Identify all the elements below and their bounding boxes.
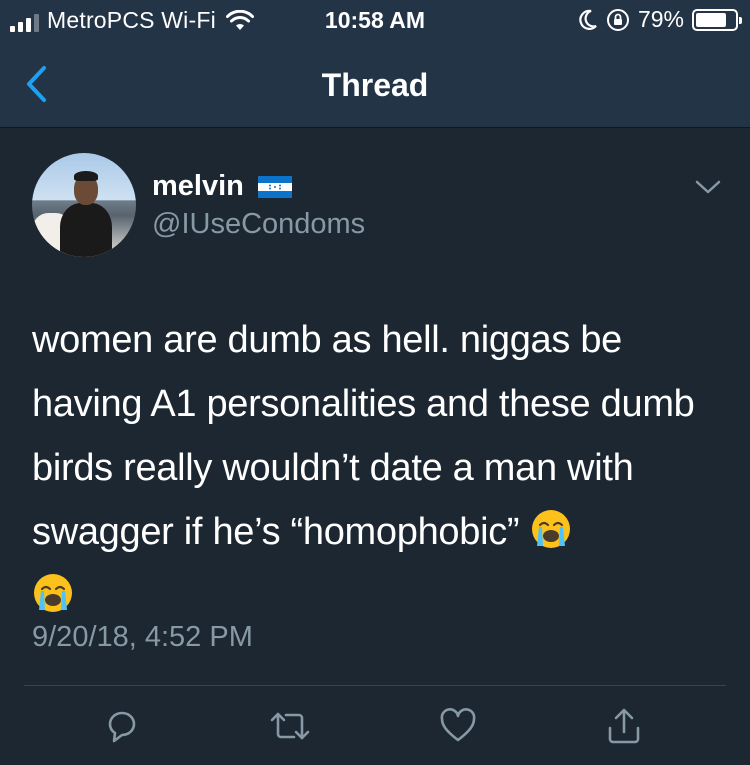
tweet-actions	[0, 702, 750, 758]
share-button[interactable]	[600, 702, 648, 750]
moon-icon	[579, 9, 597, 30]
tweet-text: women are dumb as hell. niggas be having…	[32, 308, 722, 628]
navigation-bar: Thread	[0, 40, 750, 128]
tweet-text-body: women are dumb as hell. niggas be having…	[32, 319, 695, 553]
battery-icon	[692, 8, 742, 31]
like-button[interactable]	[434, 702, 482, 750]
heart-icon	[440, 708, 476, 742]
status-right: 79%	[578, 6, 742, 33]
page-title: Thread	[321, 67, 429, 103]
loudly-crying-face-emoji-icon	[531, 510, 570, 548]
share-icon	[608, 708, 640, 744]
honduras-flag-icon	[257, 175, 292, 198]
loudly-crying-face-emoji-icon	[34, 574, 72, 612]
orientation-lock-icon	[606, 8, 629, 31]
author-name-row[interactable]: melvin	[152, 170, 292, 203]
retweet-icon	[270, 712, 310, 740]
divider	[24, 685, 726, 686]
retweet-button[interactable]	[266, 702, 314, 750]
tweet-timestamp: 9/20/18, 4:52 PM	[32, 621, 253, 653]
battery-percentage: 79%	[637, 6, 684, 32]
author-handle[interactable]: @IUseCondoms	[152, 208, 365, 241]
status-bar: MetroPCS Wi-Fi 10:58 AM 79%	[0, 0, 750, 40]
avatar[interactable]	[32, 153, 136, 257]
author-name[interactable]: melvin	[152, 170, 244, 203]
reply-button[interactable]	[98, 702, 146, 750]
reply-icon	[108, 711, 136, 743]
chevron-down-icon[interactable]	[694, 178, 722, 196]
